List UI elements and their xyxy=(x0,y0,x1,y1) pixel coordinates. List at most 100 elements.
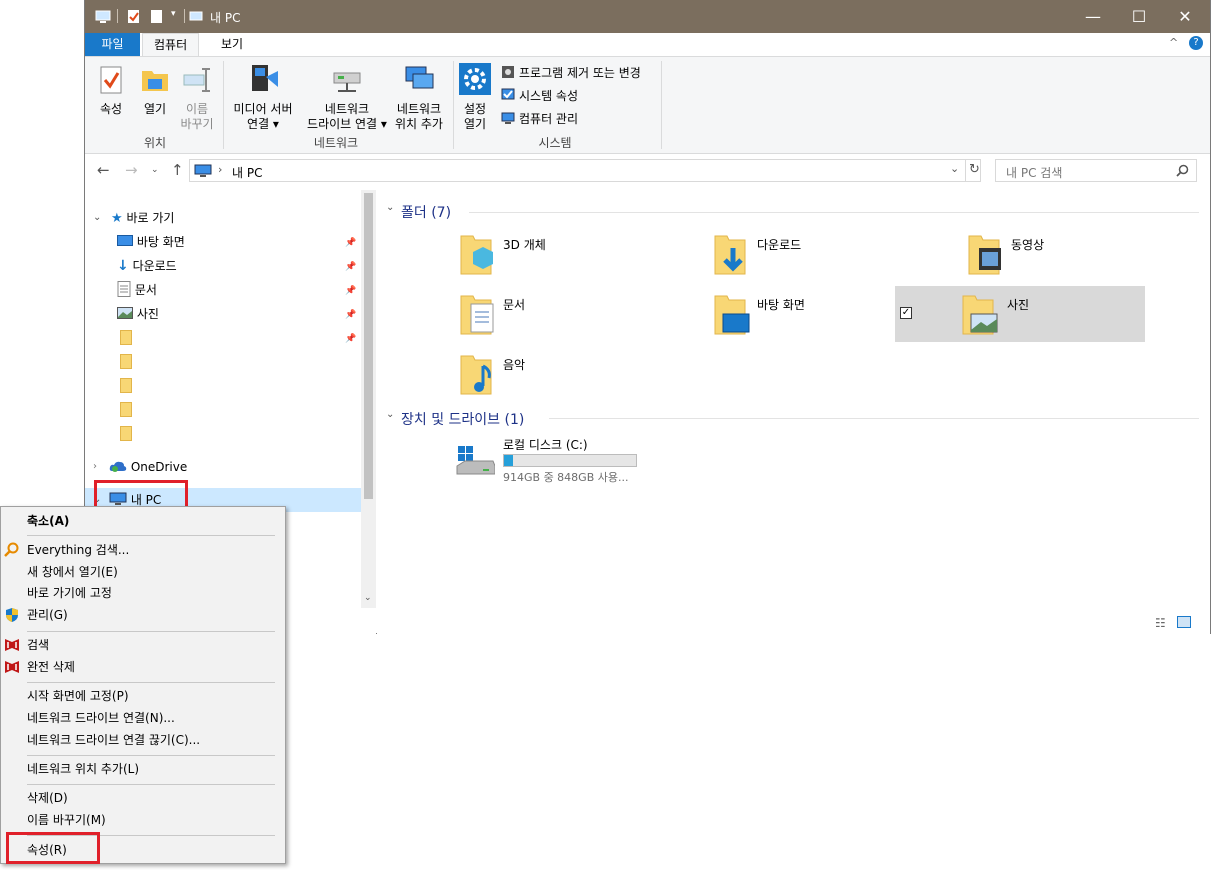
uninstall-icon xyxy=(502,66,514,78)
collapse-chevron-icon[interactable]: ⌄ xyxy=(386,202,394,213)
breadcrumb-chevron-icon[interactable]: › xyxy=(218,163,222,176)
nav-item-pictures[interactable]: 사진 xyxy=(117,302,159,326)
address-field[interactable]: › 내 PC ⌄ ↻ xyxy=(189,159,981,182)
search-input[interactable]: 내 PC 검색 xyxy=(995,159,1197,182)
qa-dropdown-icon[interactable]: ▾ xyxy=(171,9,176,19)
new-folder-qa-icon[interactable] xyxy=(149,9,165,24)
menu-item-manage[interactable]: 관리(G) xyxy=(27,605,68,625)
close-button[interactable]: ✕ xyxy=(1162,0,1208,33)
tab-computer[interactable]: 컴퓨터 xyxy=(142,33,200,56)
quick-access-label: 바로 가기 xyxy=(126,211,175,225)
pin-icon[interactable]: 📌 xyxy=(345,286,356,296)
minimize-button[interactable]: — xyxy=(1070,0,1116,33)
menu-item-rename[interactable]: 이름 바꾸기(M) xyxy=(27,810,106,830)
add-network-location-button[interactable]: 네트워크 위치 추가 xyxy=(387,61,451,132)
nav-scrollbar[interactable]: ⌄ xyxy=(361,190,376,608)
quick-access-item[interactable]: ★ 바로 가기 xyxy=(111,206,174,230)
back-arrow-icon[interactable]: ← xyxy=(97,161,110,179)
map-drive-button[interactable]: 네트워크 드라이브 연결 ▾ xyxy=(299,61,395,132)
expand-chevron-icon[interactable]: ⌄ xyxy=(93,206,101,230)
drive-item-c[interactable]: 로컬 디스크 (C:) 914GB 중 848GB 사용... xyxy=(397,434,697,490)
collapse-chevron-icon[interactable]: ⌄ xyxy=(386,409,394,420)
folder-label: 문서 xyxy=(503,298,526,312)
folder-item-pictures[interactable]: ✓ 사진 xyxy=(895,286,1145,342)
system-properties-button[interactable]: 시스템 속성 xyxy=(501,86,578,106)
folder-icon[interactable] xyxy=(120,330,132,345)
pin-icon[interactable]: 📌 xyxy=(345,238,356,248)
maximize-button[interactable]: ☐ xyxy=(1116,0,1162,33)
media-server-button[interactable]: 미디어 서버 연결 ▾ xyxy=(229,61,297,132)
download-arrow-icon: ↓ xyxy=(117,258,129,274)
search-icon[interactable] xyxy=(1176,164,1189,177)
menu-item-collapse[interactable]: 축소(A) xyxy=(27,511,69,531)
address-bar-row: ← → ⌄ ↑ › 내 PC ⌄ ↻ 내 PC 검색 xyxy=(85,155,1210,187)
properties-button[interactable]: 속성 xyxy=(93,65,129,117)
network-group-label: 네트워크 xyxy=(313,136,359,150)
up-arrow-icon[interactable]: ↑ xyxy=(171,161,184,179)
nav-item-onedrive[interactable]: OneDrive xyxy=(109,455,187,479)
downloads-folder-icon xyxy=(714,235,746,275)
recent-locations-icon[interactable]: ⌄ xyxy=(151,165,159,175)
star-icon: ★ xyxy=(111,211,123,226)
menu-item-scan[interactable]: 검색 xyxy=(27,635,49,655)
drive-usage-bar xyxy=(503,454,637,467)
forward-arrow-icon[interactable]: → xyxy=(125,161,138,179)
menu-item-pin-quick-access[interactable]: 바로 가기에 고정 xyxy=(27,583,112,603)
menu-item-pin-start[interactable]: 시작 화면에 고정(P) xyxy=(27,686,129,706)
folder-label: 3D 개체 xyxy=(503,238,546,252)
open-settings-button[interactable]: 설정 열기 xyxy=(457,63,493,132)
rename-button[interactable]: 이름 바꾸기 xyxy=(177,65,217,132)
menu-item-everything[interactable]: Everything 검색... xyxy=(27,540,129,560)
uninstall-program-button[interactable]: 프로그램 제거 또는 변경 xyxy=(501,63,641,83)
help-icon[interactable]: ? xyxy=(1189,36,1203,50)
menu-item-disconnect-drive[interactable]: 네트워크 드라이브 연결 끊기(C)... xyxy=(27,730,200,750)
selection-checkbox[interactable]: ✓ xyxy=(900,307,912,319)
nav-item-downloads[interactable]: ↓ 다운로드 xyxy=(117,254,177,278)
menu-item-add-network-location[interactable]: 네트워크 위치 추가(L) xyxy=(27,759,139,779)
pin-icon[interactable]: 📌 xyxy=(345,334,356,344)
folder-item-videos[interactable]: 동영상 xyxy=(905,226,1155,282)
scroll-down-icon[interactable]: ⌄ xyxy=(364,593,372,603)
folder-icon[interactable] xyxy=(120,354,132,369)
pin-icon[interactable]: 📌 xyxy=(345,262,356,272)
menu-item-shred[interactable]: 완전 삭제 xyxy=(27,657,75,677)
nav-item-desktop[interactable]: 바탕 화면 xyxy=(117,230,185,254)
desktop-icon xyxy=(117,235,133,246)
open-button[interactable]: 열기 xyxy=(137,65,173,117)
menu-item-map-network-drive[interactable]: 네트워크 드라이브 연결(N)... xyxy=(27,708,175,728)
folder-item-documents[interactable]: 문서 xyxy=(397,286,647,342)
large-icons-view-icon[interactable] xyxy=(1177,616,1191,628)
folder-icon[interactable] xyxy=(120,402,132,417)
computer-management-button[interactable]: 컴퓨터 관리 xyxy=(501,109,578,129)
add-location-label-2: 위치 추가 xyxy=(395,117,443,131)
menu-separator xyxy=(27,784,275,785)
expand-chevron-icon[interactable]: › xyxy=(93,455,97,479)
nav-item-documents[interactable]: 문서 xyxy=(117,278,157,302)
media-server-label-2: 연결 ▾ xyxy=(247,117,279,131)
drives-section-header[interactable]: 장치 및 드라이브 (1) xyxy=(401,409,524,429)
tab-view[interactable]: 보기 xyxy=(210,33,254,56)
folder-item-music[interactable]: 음악 xyxy=(397,346,647,402)
properties-qa-icon[interactable] xyxy=(126,9,142,24)
tab-file[interactable]: 파일 xyxy=(85,33,140,56)
system-properties-icon xyxy=(501,88,515,100)
folders-section-header[interactable]: 폴더 (7) xyxy=(401,202,451,222)
folder-item-3d-objects[interactable]: 3D 개체 xyxy=(397,226,647,282)
properties-label: 속성 xyxy=(99,102,123,116)
nav-scrollbar-thumb[interactable] xyxy=(364,193,373,499)
pin-icon[interactable]: 📌 xyxy=(345,310,356,320)
address-dropdown-icon[interactable]: ⌄ xyxy=(950,162,959,175)
menu-item-delete[interactable]: 삭제(D) xyxy=(27,788,68,808)
refresh-icon[interactable]: ↻ xyxy=(969,162,980,177)
folder-icon[interactable] xyxy=(120,378,132,393)
rename-label-2: 바꾸기 xyxy=(180,117,214,131)
menu-item-open-new-window[interactable]: 새 창에서 열기(E) xyxy=(27,562,118,582)
menu-separator xyxy=(27,631,275,632)
folder-icon[interactable] xyxy=(120,426,132,441)
folder-item-desktop[interactable]: 바탕 화면 xyxy=(651,286,901,342)
folder-item-downloads[interactable]: 다운로드 xyxy=(651,226,901,282)
menu-separator xyxy=(27,535,275,536)
details-view-icon[interactable]: ☷ xyxy=(1155,616,1166,630)
settings-gear-icon xyxy=(459,63,491,95)
ribbon-collapse-icon[interactable]: ^ xyxy=(1169,36,1178,49)
